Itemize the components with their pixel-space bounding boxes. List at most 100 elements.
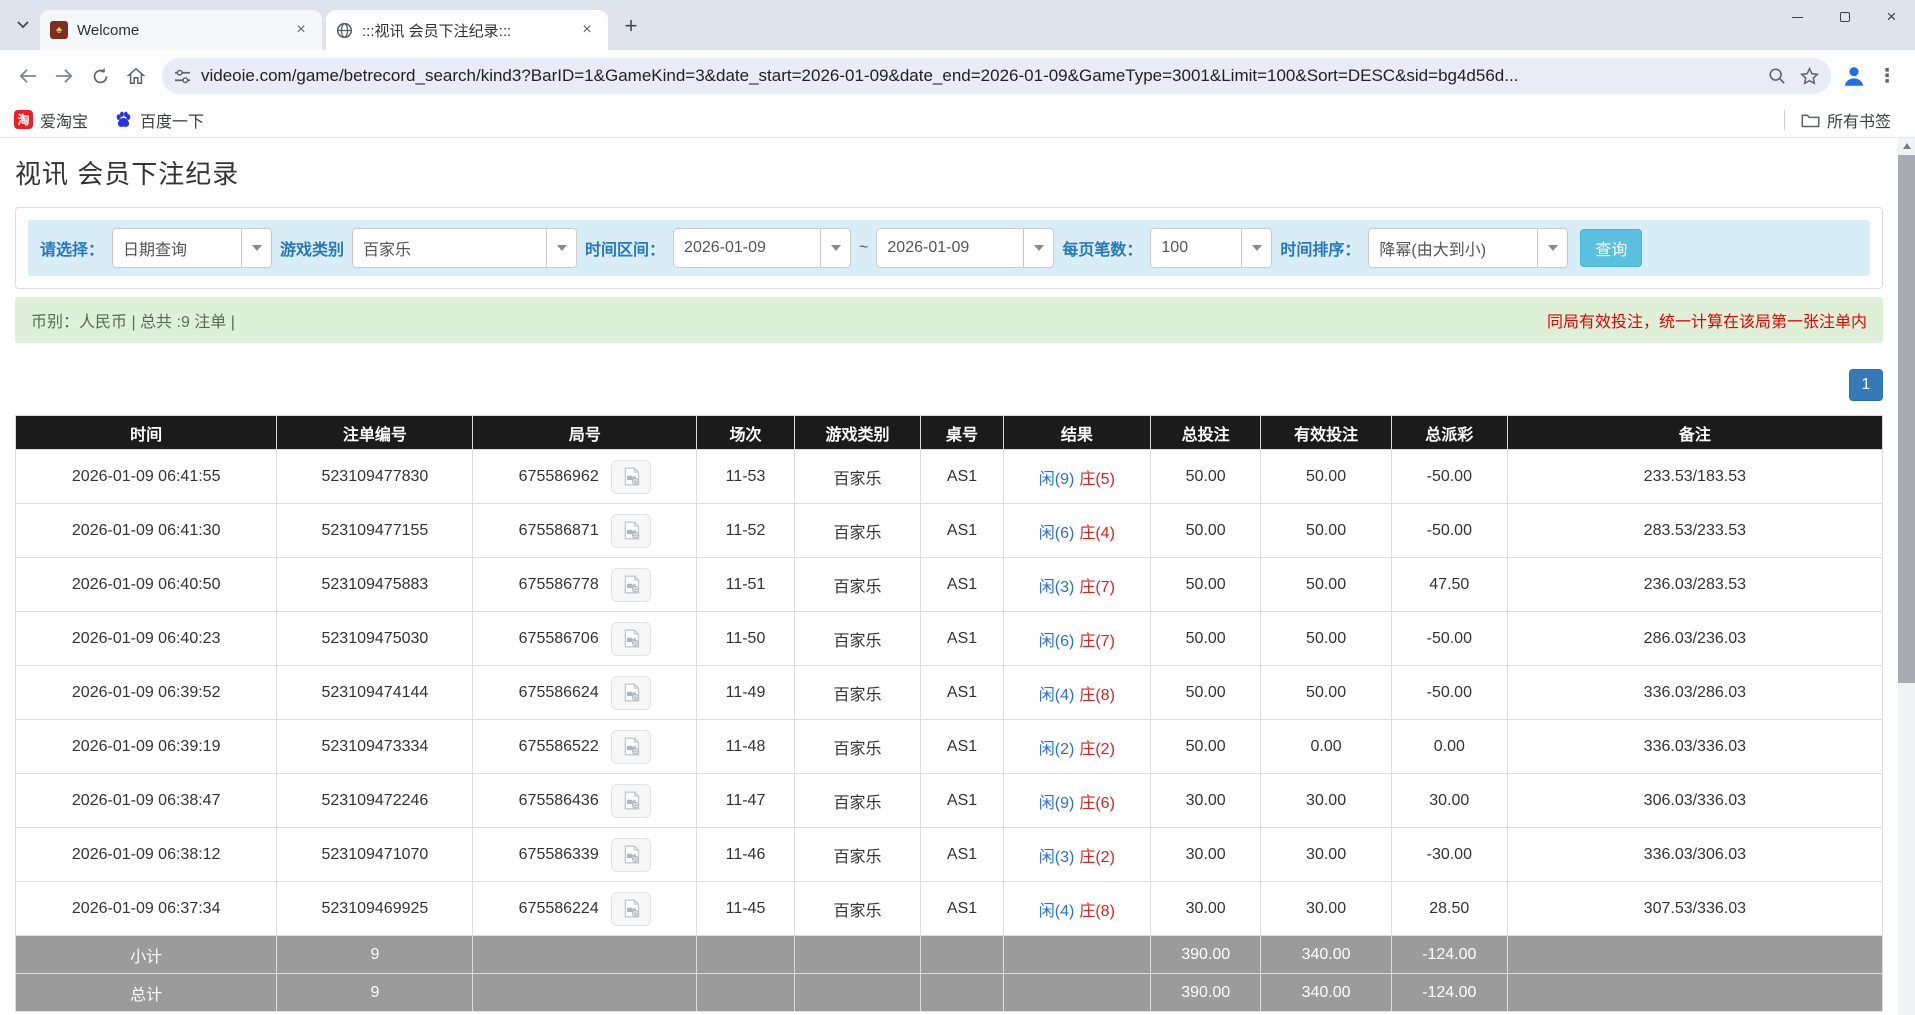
session-cell: 11-45 [697, 882, 794, 936]
page-button[interactable]: 1 [1849, 369, 1883, 401]
round-number: 675586871 [519, 522, 599, 539]
scrollbar-up-arrow[interactable] [1898, 138, 1915, 154]
search-button[interactable]: 查询 [1580, 229, 1642, 267]
valid-bet-sum-cell: 340.00 [1261, 936, 1392, 974]
date-end-select[interactable]: 2026-01-09 [876, 228, 1054, 268]
window-close-button[interactable]: × [1868, 0, 1915, 34]
game-type-cell: 百家乐 [794, 882, 921, 936]
date-start-select[interactable]: 2026-01-09 [673, 228, 851, 268]
bookmark-star-icon[interactable] [1800, 67, 1819, 86]
bookmark-taobao[interactable]: 淘 爱淘宝 [14, 108, 88, 132]
time-cell: 2026-01-09 06:41:30 [16, 504, 277, 558]
round-cell: 675586339 [473, 828, 697, 882]
valid-bet-cell: 50.00 [1261, 666, 1392, 720]
table-header-row: 时间注单编号局号场次游戏类别桌号结果总投注有效投注总派彩备注 [16, 416, 1883, 450]
time-cell: 2026-01-09 06:38:12 [16, 828, 277, 882]
banker-result: 庄(7) [1079, 633, 1115, 650]
game-category-select[interactable]: 百家乐 [352, 228, 577, 268]
column-header: 游戏类别 [794, 416, 921, 450]
total-bet-cell[interactable]: 50.00 [1151, 612, 1261, 666]
note-cell: 336.03/306.03 [1507, 828, 1882, 882]
watch-video-button[interactable] [611, 676, 651, 710]
summary-bar: 币别：人民币 | 总共 :9 注单 | 同局有效投注，统一计算在该局第一张注单内 [15, 297, 1883, 343]
total-count-cell: 9 [277, 974, 473, 1012]
player-result: 闲(6) [1039, 525, 1075, 542]
url-bar[interactable]: videoie.com/game/betrecord_search/kind3?… [162, 58, 1831, 94]
window-controls: × [1774, 0, 1915, 34]
watch-video-button[interactable] [611, 568, 651, 602]
total-bet-cell[interactable]: 50.00 [1151, 504, 1261, 558]
all-bookmarks[interactable]: 所有书签 [1784, 108, 1891, 132]
forward-arrow-icon [55, 68, 73, 84]
player-result: 闲(9) [1039, 795, 1075, 812]
home-icon [127, 67, 145, 85]
watch-video-button[interactable] [611, 514, 651, 548]
tab-welcome[interactable]: ♠ Welcome × [40, 10, 322, 50]
page-size-select[interactable]: 100 [1150, 228, 1272, 268]
scrollbar-thumb[interactable] [1898, 155, 1915, 683]
sort-value: 降幂(由大到小) [1369, 236, 1537, 260]
total-bet-cell[interactable]: 50.00 [1151, 450, 1261, 504]
note-cell: 306.03/336.03 [1507, 774, 1882, 828]
watch-video-button[interactable] [611, 892, 651, 926]
total-bet-cell[interactable]: 50.00 [1151, 558, 1261, 612]
player-result: 闲(2) [1039, 741, 1075, 758]
game-type-cell: 百家乐 [794, 612, 921, 666]
watch-video-button[interactable] [611, 784, 651, 818]
page-scrollbar[interactable] [1898, 138, 1915, 1015]
watch-video-button[interactable] [611, 730, 651, 764]
total-bet-cell[interactable]: 30.00 [1151, 828, 1261, 882]
total-bet-cell[interactable]: 50.00 [1151, 666, 1261, 720]
game-type-cell: 百家乐 [794, 504, 921, 558]
total-bet-sum-cell: 390.00 [1151, 936, 1261, 974]
time-cell: 2026-01-09 06:38:47 [16, 774, 277, 828]
new-tab-button[interactable]: + [616, 11, 646, 41]
table-number-cell: AS1 [921, 450, 1003, 504]
site-settings-icon [174, 69, 191, 84]
browser-menu-button[interactable]: ⋮ [1869, 58, 1905, 94]
time-cell: 2026-01-09 06:40:23 [16, 612, 277, 666]
reload-button[interactable] [82, 58, 118, 94]
tab-search-button[interactable] [6, 8, 40, 42]
bet-table-body: 2026-01-09 06:41:55523109477830675586962… [16, 450, 1883, 1012]
forward-button[interactable] [46, 58, 82, 94]
watch-video-button[interactable] [611, 460, 651, 494]
watch-video-button[interactable] [611, 622, 651, 656]
tab-close-icon[interactable]: × [290, 19, 312, 41]
bet-id-cell: 523109474144 [277, 666, 473, 720]
back-button[interactable] [10, 58, 46, 94]
zoom-icon[interactable] [1768, 67, 1786, 85]
table-row: 2026-01-09 06:38:47523109472246675586436… [16, 774, 1883, 828]
home-button[interactable] [118, 58, 154, 94]
total-bet-cell[interactable]: 30.00 [1151, 774, 1261, 828]
table-number-cell: AS1 [921, 666, 1003, 720]
bookmark-baidu[interactable]: 百度一下 [114, 108, 204, 132]
maximize-button[interactable] [1821, 0, 1868, 34]
game-category-value: 百家乐 [353, 236, 546, 260]
result-cell: 闲(9)庄(5) [1003, 450, 1150, 504]
game-type-cell: 百家乐 [794, 558, 921, 612]
watch-video-button[interactable] [611, 838, 651, 872]
total-bet-cell[interactable]: 30.00 [1151, 882, 1261, 936]
table-row: 2026-01-09 06:41:55523109477830675586962… [16, 450, 1883, 504]
result-cell: 闲(3)庄(2) [1003, 828, 1150, 882]
session-cell: 11-52 [697, 504, 794, 558]
sort-select[interactable]: 降幂(由大到小) [1368, 228, 1568, 268]
profile-avatar[interactable] [1839, 61, 1869, 91]
player-result: 闲(4) [1039, 903, 1075, 920]
player-result: 闲(3) [1039, 849, 1075, 866]
bookmark-label: 百度一下 [140, 108, 204, 132]
note-cell: 286.03/236.03 [1507, 612, 1882, 666]
filter-panel: 请选择： 日期查询 游戏类别 百家乐 时间区间： 2026-01-09 ~ 20… [15, 207, 1883, 289]
video-file-icon [621, 628, 642, 649]
result-cell: 闲(6)庄(7) [1003, 612, 1150, 666]
minimize-button[interactable] [1774, 0, 1821, 34]
total-bet-cell[interactable]: 50.00 [1151, 720, 1261, 774]
tab-bet-records[interactable]: :::视讯 会员下注纪录::: × [326, 10, 608, 50]
tab-close-icon[interactable]: × [576, 19, 598, 41]
query-type-select[interactable]: 日期查询 [112, 228, 272, 268]
time-cell: 2026-01-09 06:39:52 [16, 666, 277, 720]
payout-sum-cell: -124.00 [1391, 974, 1507, 1012]
result-cell: 闲(3)庄(7) [1003, 558, 1150, 612]
all-bookmarks-label: 所有书签 [1827, 108, 1891, 132]
